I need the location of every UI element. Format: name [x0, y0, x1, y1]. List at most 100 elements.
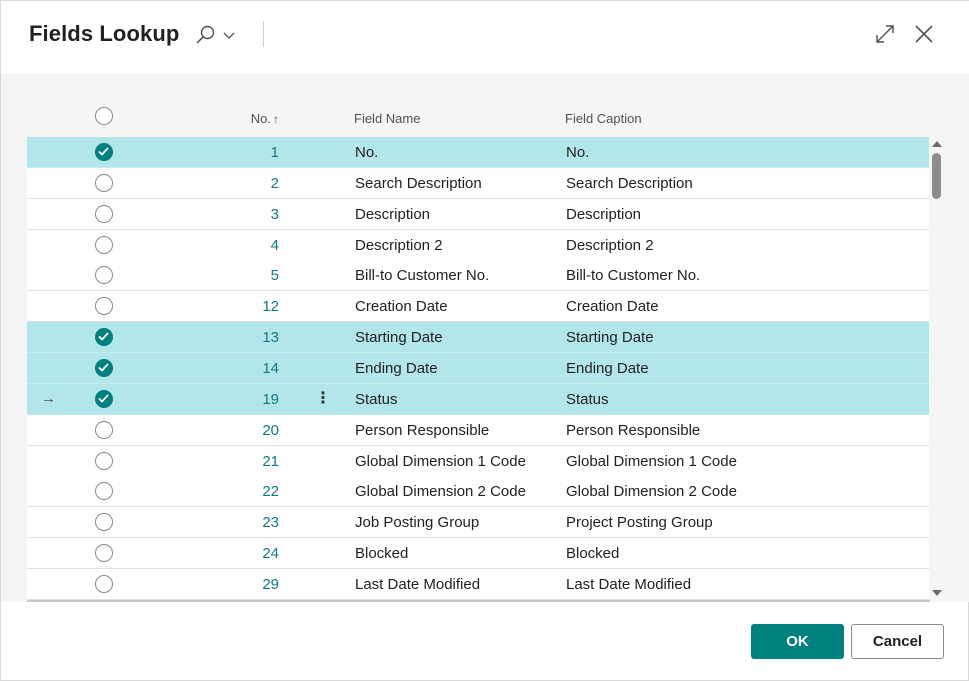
- table-row[interactable]: 22 Global Dimension 2 Code Global Dimensio…: [27, 476, 929, 508]
- field-caption-cell: Global Dimension 1 Code: [566, 452, 737, 470]
- field-name-cell: Creation Date: [355, 298, 448, 316]
- field-no-link[interactable]: 2: [201, 175, 279, 192]
- ok-button[interactable]: OK: [751, 624, 844, 659]
- field-no-link[interactable]: 19: [201, 391, 279, 408]
- close-button[interactable]: [912, 22, 936, 46]
- table-row[interactable]: 29 Last Date Modified Last Date Modified: [27, 568, 929, 600]
- vertical-scrollbar[interactable]: [930, 137, 944, 600]
- table-row[interactable]: 3 Description Description: [27, 198, 929, 230]
- row-select-checkbox[interactable]: [95, 574, 113, 593]
- header-divider: [263, 21, 264, 47]
- field-no-link[interactable]: 3: [201, 206, 279, 223]
- row-select-checkbox[interactable]: [95, 204, 113, 223]
- table-row[interactable]: 20 Person Responsible Person Responsible: [27, 414, 929, 446]
- field-name-cell: Ending Date: [355, 359, 438, 377]
- checkmark-icon: [98, 147, 109, 156]
- scroll-up-arrow-icon[interactable]: [930, 139, 944, 149]
- table-row[interactable]: 2 Search Description Search Description: [27, 167, 929, 199]
- chevron-down-icon: [223, 32, 235, 39]
- scrollbar-thumb[interactable]: [932, 153, 941, 199]
- field-caption-cell: Bill-to Customer No.: [566, 267, 701, 285]
- column-header-no[interactable]: No. ↑: [201, 111, 279, 139]
- cancel-button[interactable]: Cancel: [851, 624, 944, 659]
- field-no-link[interactable]: 22: [201, 483, 279, 500]
- search-button[interactable]: [195, 23, 239, 47]
- field-no-link[interactable]: 13: [201, 329, 279, 346]
- row-select-checkbox[interactable]: [95, 328, 113, 347]
- field-caption-cell: Status: [566, 390, 609, 408]
- page-title: Fields Lookup: [29, 21, 180, 46]
- field-name-cell: Bill-to Customer No.: [355, 267, 490, 285]
- expand-button[interactable]: [873, 22, 897, 46]
- row-select-checkbox[interactable]: [95, 420, 113, 439]
- field-caption-cell: Creation Date: [566, 298, 659, 316]
- field-no-link[interactable]: 21: [201, 453, 279, 470]
- field-no-link[interactable]: 24: [201, 545, 279, 562]
- field-name-cell: Last Date Modified: [355, 575, 481, 593]
- table-row[interactable]: → 19 ⋮ Status Status: [27, 383, 929, 415]
- table-row[interactable]: 1 No. No.: [27, 137, 929, 168]
- field-no-link[interactable]: 14: [201, 360, 279, 377]
- field-no-link[interactable]: 23: [201, 514, 279, 531]
- field-name-cell: Global Dimension 2 Code: [355, 483, 526, 501]
- column-header-field-caption[interactable]: Field Caption: [565, 111, 642, 139]
- row-select-checkbox[interactable]: [95, 266, 113, 285]
- field-caption-cell: Blocked: [566, 545, 620, 563]
- table-row[interactable]: 24 Blocked Blocked: [27, 538, 929, 570]
- table-row[interactable]: 5 Bill-to Customer No. Bill-to Customer No…: [27, 260, 929, 292]
- row-select-checkbox[interactable]: [95, 173, 113, 192]
- field-no-link[interactable]: 12: [201, 298, 279, 315]
- field-name-cell: Description 2: [355, 236, 443, 254]
- field-no-link[interactable]: 20: [201, 422, 279, 439]
- dialog-header: Fields Lookup: [1, 1, 969, 74]
- row-select-checkbox[interactable]: [95, 143, 113, 161]
- checkmark-icon: [98, 394, 109, 403]
- table-row[interactable]: 4 Description 2 Description 2: [27, 229, 929, 261]
- close-icon: [915, 25, 933, 43]
- expand-icon: [876, 25, 894, 43]
- field-name-cell: Blocked: [355, 545, 409, 563]
- table-row[interactable]: 14 Ending Date Ending Date: [27, 352, 929, 384]
- field-caption-cell: Last Date Modified: [566, 575, 692, 593]
- field-caption-cell: Person Responsible: [566, 421, 701, 439]
- row-select-checkbox[interactable]: [95, 513, 113, 532]
- column-header-field-name[interactable]: Field Name: [354, 111, 420, 139]
- select-all-checkbox[interactable]: [95, 107, 113, 125]
- row-select-checkbox[interactable]: [95, 358, 113, 377]
- field-no-link[interactable]: 29: [201, 576, 279, 593]
- table-row[interactable]: 21 Global Dimension 1 Code Global Dimensio…: [27, 445, 929, 477]
- row-select-checkbox[interactable]: [95, 297, 113, 316]
- field-name-cell: Global Dimension 1 Code: [355, 452, 526, 470]
- field-no-link[interactable]: 4: [201, 237, 279, 254]
- current-row-arrow-icon: →: [41, 389, 56, 407]
- field-caption-cell: Search Description: [566, 174, 693, 192]
- field-name-cell: Person Responsible: [355, 421, 490, 439]
- field-no-link[interactable]: 5: [201, 267, 279, 284]
- field-caption-cell: No.: [566, 144, 590, 161]
- field-name-cell: Search Description: [355, 174, 482, 192]
- grid-bottom-border: [27, 600, 930, 602]
- fields-lookup-dialog: Fields Lookup No. ↑ Field Name Field Cap…: [0, 0, 969, 681]
- table-row[interactable]: 12 Creation Date Creation Date: [27, 291, 929, 323]
- checkmark-icon: [98, 363, 109, 372]
- row-select-checkbox[interactable]: [95, 451, 113, 470]
- field-caption-cell: Ending Date: [566, 359, 649, 377]
- field-name-cell: Status: [355, 390, 398, 408]
- field-name-cell: Description: [355, 205, 431, 223]
- field-name-cell: Job Posting Group: [355, 514, 480, 532]
- table-row[interactable]: 23 Job Posting Group Project Posting Group: [27, 507, 929, 539]
- table-row[interactable]: 13 Starting Date Starting Date: [27, 322, 929, 354]
- row-select-checkbox[interactable]: [95, 235, 113, 254]
- row-select-checkbox[interactable]: [95, 482, 113, 501]
- field-name-cell: No.: [355, 144, 379, 161]
- scroll-down-arrow-icon[interactable]: [930, 588, 944, 598]
- field-caption-cell: Project Posting Group: [566, 514, 713, 532]
- field-no-link[interactable]: 1: [201, 144, 279, 161]
- fields-grid: 1 No. No. 2 Search Description Search Descrip…: [27, 137, 929, 600]
- row-actions-menu-icon[interactable]: ⋮: [315, 388, 331, 410]
- field-name-cell: Starting Date: [355, 329, 443, 347]
- row-select-checkbox[interactable]: [95, 544, 113, 563]
- field-caption-cell: Description 2: [566, 236, 654, 254]
- column-header-no-label: No.: [250, 111, 271, 126]
- row-select-checkbox[interactable]: [95, 389, 113, 408]
